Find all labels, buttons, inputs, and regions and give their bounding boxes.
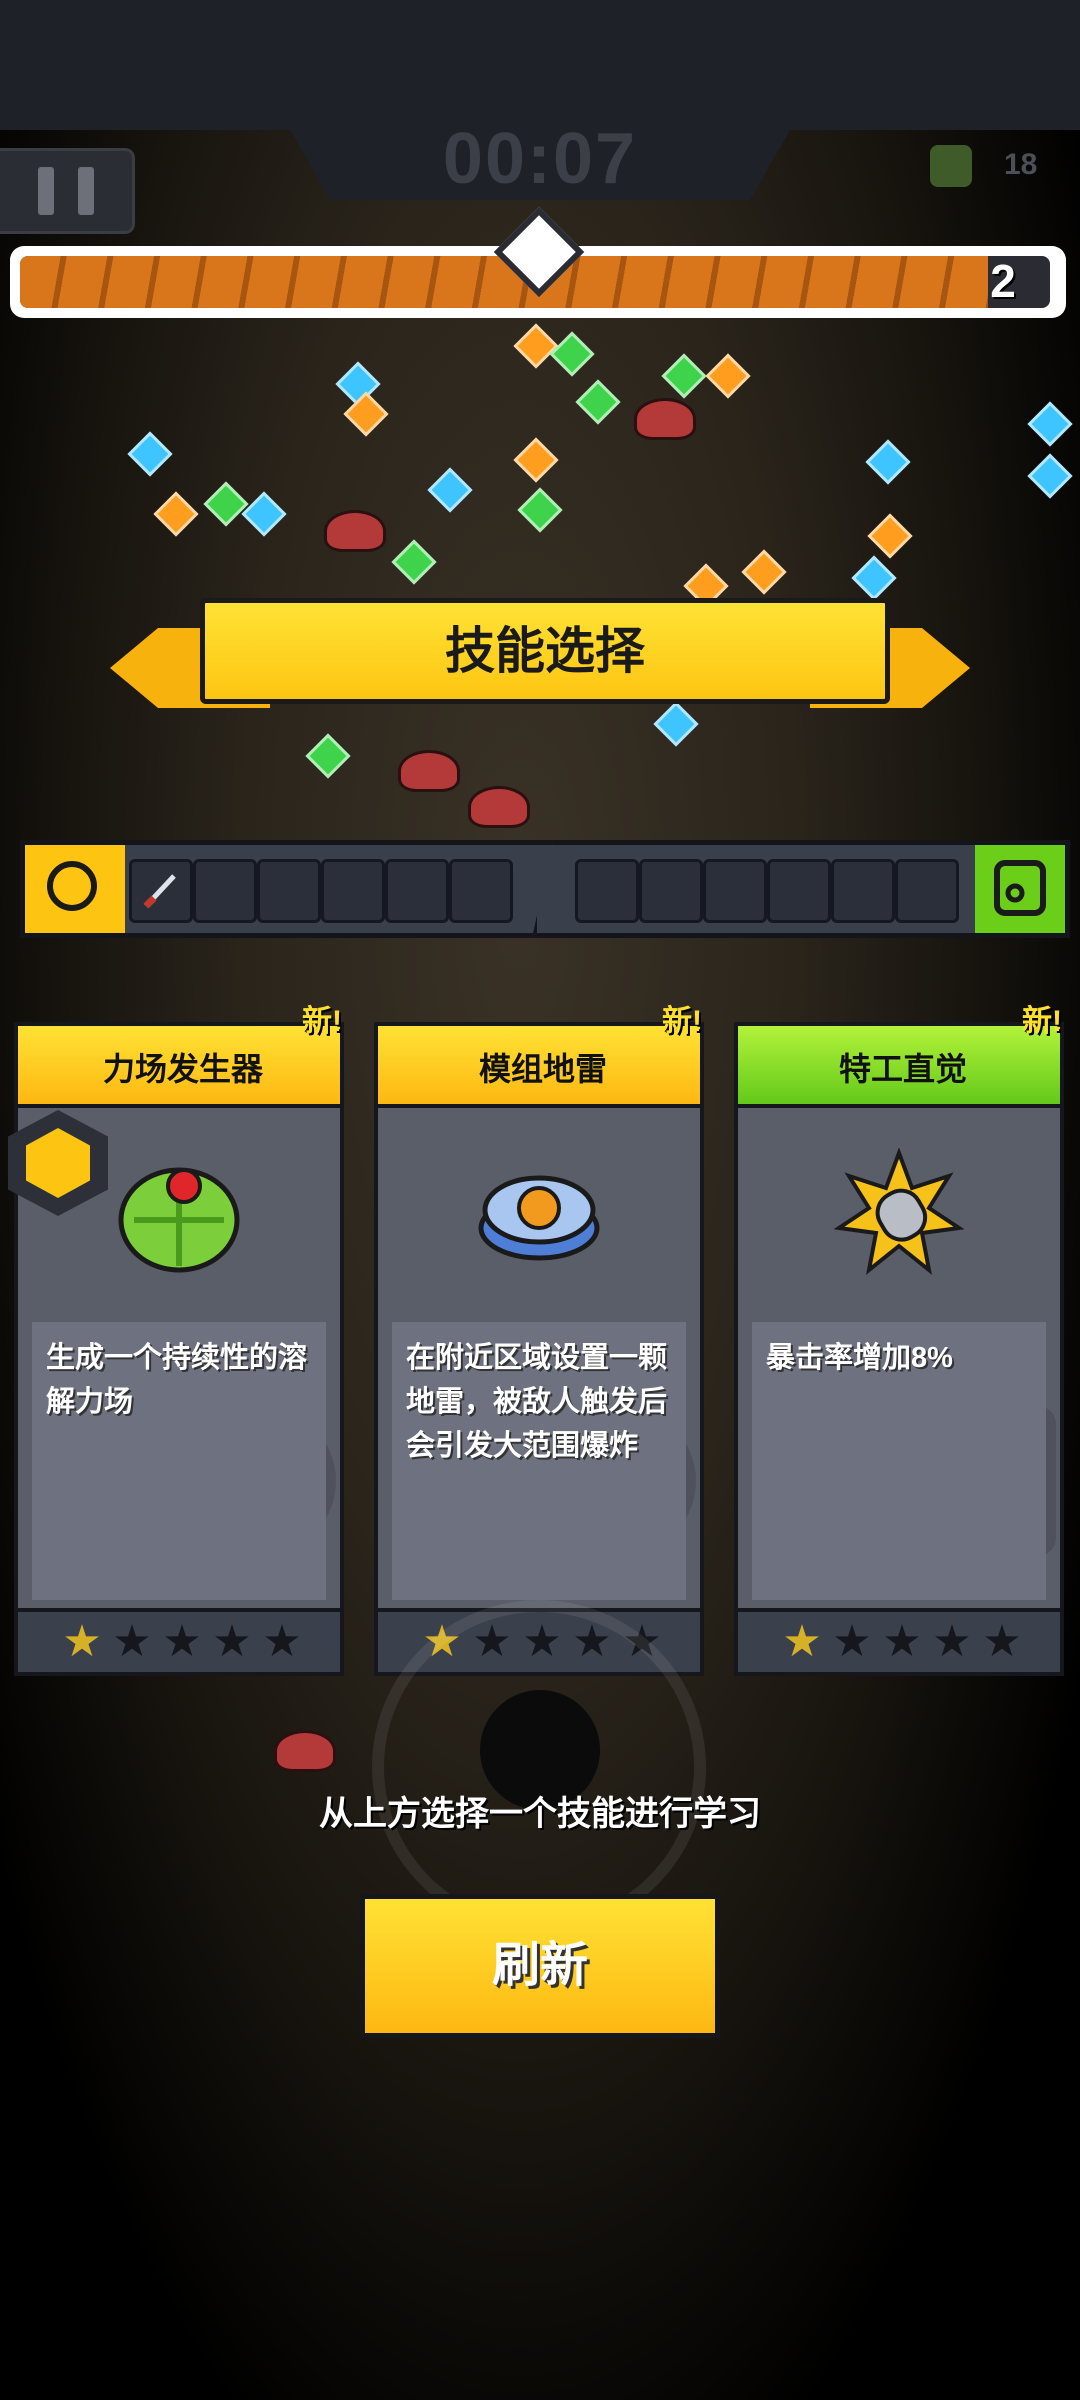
card-header: 特工直觉 xyxy=(734,1022,1064,1108)
xp-gem xyxy=(1027,401,1073,447)
game-scene: 00:07 18 2 技能选择 力场发生器 新! 生成一个持续性的溶解力场 ★ … xyxy=(0,0,1080,2400)
bullet-burst-icon xyxy=(834,1148,964,1275)
xp-gem xyxy=(305,733,351,779)
skill-select-banner: 技能选择 xyxy=(110,598,970,718)
pause-icon xyxy=(38,167,54,215)
star-icon: ★ xyxy=(62,1617,102,1666)
card-body: 暴击率增加8% xyxy=(734,1104,1064,1614)
card-title: 力场发生器 xyxy=(102,1051,263,1087)
enemy-crab xyxy=(324,510,386,552)
passive-slot xyxy=(831,859,895,923)
game-timer: 00:07 xyxy=(442,119,638,199)
robot-kill-icon xyxy=(930,145,972,187)
enemy-crab xyxy=(398,750,460,792)
xp-gem xyxy=(513,323,559,369)
star-icon: ★ xyxy=(212,1617,252,1666)
refresh-button[interactable]: 刷新 xyxy=(360,1894,720,2038)
xp-gem xyxy=(513,437,559,483)
xp-gem xyxy=(203,481,249,527)
star-icon: ★ xyxy=(162,1617,202,1666)
force-field-icon xyxy=(118,1167,240,1273)
new-label: 新! xyxy=(302,1005,342,1038)
star-icon: ★ xyxy=(932,1617,972,1666)
xp-gem xyxy=(575,379,621,425)
card-body: 在附近区域设置一颗地雷，被敌人触发后会引发大范围爆炸 xyxy=(374,1104,704,1614)
passive-slots-header xyxy=(975,845,1065,933)
star-rating: ★ ★ ★ ★ ★ xyxy=(14,1608,344,1676)
weapon-slot xyxy=(129,859,193,923)
pause-icon xyxy=(78,167,94,215)
weapon-slot xyxy=(193,859,257,923)
skill-card-3[interactable]: 特工直觉 新! 暴击率增加8% ★ ★ ★ ★ ★ xyxy=(734,1005,1064,1676)
weapon-slot xyxy=(449,859,513,923)
passive-slot xyxy=(767,859,831,923)
description-box: 生成一个持续性的溶解力场 xyxy=(32,1322,326,1600)
kill-count: 18 xyxy=(1004,148,1038,181)
shield-icon xyxy=(26,1128,90,1198)
player-level: 2 xyxy=(990,255,1016,307)
knife-icon xyxy=(143,874,176,909)
card-title: 模组地雷 xyxy=(478,1051,607,1087)
xp-gem xyxy=(661,353,707,399)
xp-gem xyxy=(391,539,437,585)
top-bar xyxy=(0,0,1080,130)
star-icon: ★ xyxy=(882,1617,922,1666)
star-icon: ★ xyxy=(832,1617,872,1666)
star-rating: ★ ★ ★ ★ ★ xyxy=(734,1608,1064,1676)
weapon-slot xyxy=(321,859,385,923)
star-icon: ★ xyxy=(262,1617,302,1666)
passive-slot xyxy=(895,859,959,923)
landmine-icon xyxy=(478,1175,600,1261)
xp-gem xyxy=(517,487,563,533)
enemy-crab xyxy=(634,398,696,440)
crosshair-icon xyxy=(47,861,97,911)
refresh-button-label: 刷新 xyxy=(491,1939,588,1992)
xp-gem xyxy=(851,555,897,601)
star-icon: ★ xyxy=(982,1617,1022,1666)
passive-slot xyxy=(575,859,639,923)
enemy-crab xyxy=(468,786,530,828)
skill-card-2[interactable]: 模组地雷 新! 在附近区域设置一颗地雷，被敌人触发后会引发大范围爆炸 ★ ★ ★… xyxy=(374,1005,704,1676)
xp-bar-fill xyxy=(20,256,989,308)
star-icon: ★ xyxy=(782,1617,822,1666)
star-icon: ★ xyxy=(112,1617,152,1666)
xp-gem xyxy=(1027,453,1073,499)
passive-slots xyxy=(532,840,1070,938)
xp-gem xyxy=(865,439,911,485)
xp-gem xyxy=(741,549,787,595)
xp-gem xyxy=(867,513,913,559)
passive-slot xyxy=(703,859,767,923)
xp-gem xyxy=(153,491,199,537)
skill-description: 在附近区域设置一颗地雷，被敌人触发后会引发大范围爆炸 xyxy=(406,1342,668,1462)
card-header: 模组地雷 xyxy=(374,1022,704,1108)
card-title: 特工直觉 xyxy=(838,1051,967,1087)
pause-button[interactable] xyxy=(0,148,135,234)
banner-title: 技能选择 xyxy=(445,623,645,679)
xp-gem xyxy=(127,431,173,477)
description-box: 在附近区域设置一颗地雷，被敌人触发后会引发大范围爆炸 xyxy=(392,1322,686,1600)
weapon-slot xyxy=(385,859,449,923)
banner-plate: 技能选择 xyxy=(200,598,890,704)
description-box: 暴击率增加8% xyxy=(752,1322,1046,1600)
skill-description: 生成一个持续性的溶解力场 xyxy=(46,1342,308,1418)
new-label: 新! xyxy=(1022,1005,1062,1038)
weapon-slots-header xyxy=(25,845,125,933)
selection-hint: 从上方选择一个技能进行学习 xyxy=(319,1795,761,1833)
passive-slot xyxy=(639,859,703,923)
weapon-slot xyxy=(257,859,321,923)
new-label: 新! xyxy=(662,1005,702,1038)
enemy-crab xyxy=(274,1730,336,1772)
skill-description: 暴击率增加8% xyxy=(766,1342,953,1374)
card-header: 力场发生器 xyxy=(14,1022,344,1108)
xp-gem xyxy=(241,491,287,537)
xp-gem xyxy=(427,467,473,513)
weapon-slots xyxy=(20,840,560,938)
xp-gem xyxy=(705,353,751,399)
xp-gem xyxy=(549,331,595,377)
chip-icon xyxy=(994,860,1046,916)
